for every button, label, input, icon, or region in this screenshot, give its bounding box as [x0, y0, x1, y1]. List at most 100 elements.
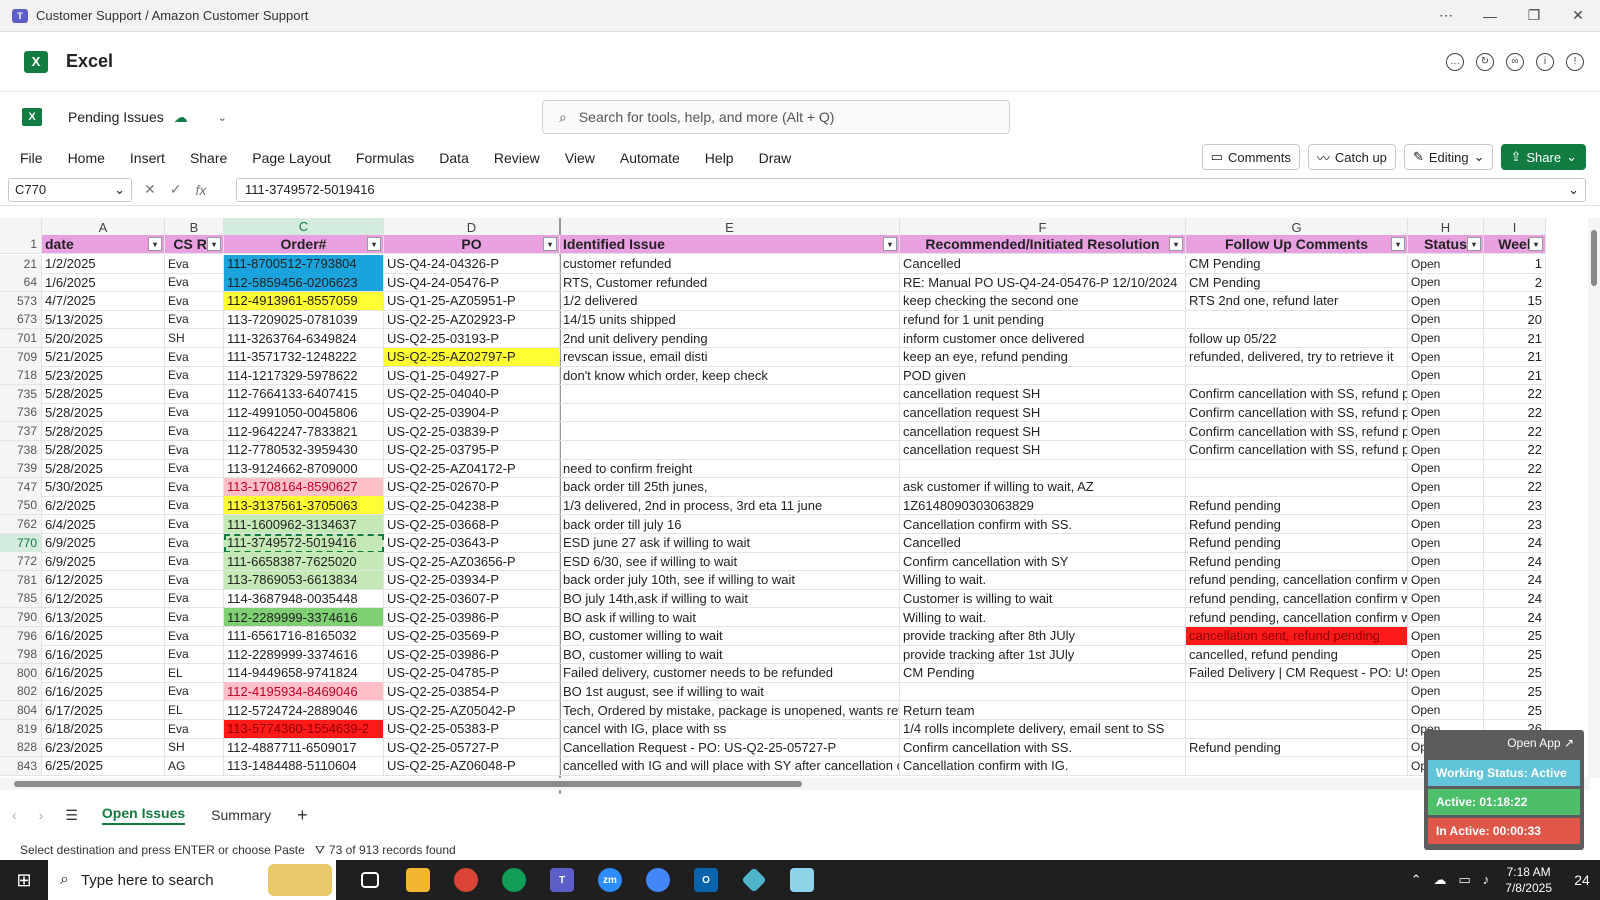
cell-follow[interactable]: Refund pending — [1186, 738, 1408, 758]
filter-dropdown-icon[interactable]: ▾ — [1169, 237, 1183, 251]
cell-follow[interactable]: Confirm cancellation with SS, refund pe — [1186, 403, 1408, 423]
cell-order[interactable]: 112-9642247-7833821 — [224, 422, 384, 441]
cell-issue[interactable]: RTS, Customer refunded — [560, 273, 900, 293]
cell-cs[interactable]: Eva — [165, 254, 224, 274]
cell-date[interactable]: 5/28/2025 — [42, 384, 165, 404]
row-number[interactable]: 828 — [0, 738, 42, 758]
cell-cs[interactable]: SH — [165, 329, 224, 348]
table-header-cell[interactable]: CS Re ▾ — [165, 235, 224, 254]
table-header-cell[interactable]: Status ▾ — [1408, 235, 1484, 254]
tab-formulas[interactable]: Formulas — [356, 150, 414, 166]
cell-status[interactable]: Open — [1408, 570, 1484, 590]
cell-status[interactable]: Open — [1408, 254, 1484, 274]
cell-week[interactable]: 24 — [1484, 552, 1546, 572]
filter-dropdown-icon[interactable]: ▾ — [148, 237, 162, 251]
cell-res[interactable]: refund for 1 unit pending — [900, 310, 1186, 330]
cell-po[interactable]: US-Q2-25-05727-P — [384, 738, 560, 758]
cell-res[interactable]: cancellation request SH — [900, 384, 1186, 404]
vertical-scroll-thumb[interactable] — [1591, 230, 1597, 286]
cell-order[interactable]: 113-3137561-3705063 — [224, 496, 384, 516]
cell-cs[interactable]: Eva — [165, 440, 224, 460]
cell-week[interactable]: 24 — [1484, 589, 1546, 609]
row-number[interactable]: 739 — [0, 459, 42, 479]
cell-order[interactable]: 114-1217329-5978622 — [224, 366, 384, 386]
cell-cs[interactable]: Eva — [165, 515, 224, 534]
filter-dropdown-icon[interactable]: ▾ — [1467, 237, 1481, 251]
cell-status[interactable]: Open — [1408, 384, 1484, 404]
row-number[interactable]: 804 — [0, 701, 42, 720]
row-number[interactable]: 747 — [0, 477, 42, 497]
cell-res[interactable]: inform customer once delivered — [900, 329, 1186, 348]
filter-dropdown-icon[interactable]: ▾ — [1391, 237, 1405, 251]
cell-follow[interactable]: Failed Delivery | CM Request - PO: US- — [1186, 663, 1408, 683]
cell-po[interactable]: US-Q2-25-AZ05042-P — [384, 701, 560, 720]
cell-issue[interactable]: BO, customer willing to wait — [560, 645, 900, 665]
cell-order[interactable]: 112-4913961-8557059 — [224, 291, 384, 311]
cell-cs[interactable]: Eva — [165, 347, 224, 367]
cell-res[interactable]: Cancellation confirm with SS. — [900, 515, 1186, 534]
cell-po[interactable]: US-Q2-25-04238-P — [384, 496, 560, 516]
cell-status[interactable]: Open — [1408, 645, 1484, 665]
tab-draw[interactable]: Draw — [759, 150, 792, 166]
cell-follow[interactable]: Confirm cancellation with SS, refund pe — [1186, 440, 1408, 460]
cell-po[interactable]: US-Q2-25-03986-P — [384, 645, 560, 665]
cell-week[interactable]: 1 — [1484, 254, 1546, 274]
add-sheet-icon[interactable]: + — [297, 805, 308, 826]
cell-order[interactable]: 113-1484488-5110604 — [224, 756, 384, 776]
cell-po[interactable]: US-Q2-25-AZ03656-P — [384, 552, 560, 572]
cell-date[interactable]: 6/17/2025 — [42, 701, 165, 720]
volume-icon[interactable]: ♪ — [1483, 872, 1490, 888]
cell-week[interactable]: 20 — [1484, 310, 1546, 330]
cell-follow[interactable] — [1186, 459, 1408, 479]
cell-res[interactable]: Cancellation confirm with IG. — [900, 756, 1186, 776]
chat-icon[interactable]: … — [1446, 52, 1464, 71]
cell-order[interactable]: 111-3263764-6349824 — [224, 329, 384, 348]
cell-follow[interactable]: follow up 05/22 — [1186, 329, 1408, 348]
cell-order[interactable]: 112-4887711-6509017 — [224, 738, 384, 758]
cell-status[interactable]: Open — [1408, 515, 1484, 534]
cell-cs[interactable]: SH — [165, 738, 224, 758]
cell-order[interactable]: 113-5774360-1554639-2 — [224, 719, 384, 739]
editing-button[interactable]: ✎ Editing ⌄ — [1403, 144, 1494, 170]
open-app-link[interactable]: Open App ↗ — [1424, 730, 1584, 760]
row-number[interactable]: 843 — [0, 756, 42, 776]
cell-issue[interactable]: 14/15 units shipped — [560, 310, 900, 330]
cell-status[interactable]: Open — [1408, 273, 1484, 293]
cell-follow[interactable]: RTS 2nd one, refund later — [1186, 291, 1408, 311]
cell-status[interactable]: Open — [1408, 459, 1484, 479]
cell-issue[interactable]: 1/3 delivered, 2nd in process, 3rd eta 1… — [560, 496, 900, 516]
cell-date[interactable]: 5/28/2025 — [42, 440, 165, 460]
row-number[interactable]: 718 — [0, 366, 42, 386]
catchup-button[interactable]: 〰 Catch up — [1307, 144, 1396, 170]
cell-cs[interactable]: EL — [165, 663, 224, 683]
table-header-cell[interactable]: Identified Issue ▾ — [560, 235, 900, 254]
close-icon[interactable]: ✕ — [1556, 0, 1600, 32]
spreadsheet-grid[interactable]: ABCDEFGHI 1 date ▾ CS Re ▾ Order# ▾ PO ▾ Identifi… — [0, 218, 1600, 794]
cell-follow[interactable]: cancellation sent, refund pending — [1186, 626, 1408, 646]
cell-date[interactable]: 6/23/2025 — [42, 738, 165, 758]
cell-order[interactable]: 112-2289999-3374616 — [224, 645, 384, 665]
restore-icon[interactable]: ❐ — [1512, 0, 1556, 32]
cell-week[interactable]: 24 — [1484, 533, 1546, 553]
file-explorer-icon[interactable] — [394, 860, 442, 900]
cell-issue[interactable]: cancelled with IG and will place with SY… — [560, 756, 900, 776]
cell-follow[interactable]: CM Pending — [1186, 254, 1408, 274]
cell-res[interactable]: ask customer if willing to wait, AZ — [900, 477, 1186, 497]
cell-order[interactable]: 113-7869053-6613834 — [224, 570, 384, 590]
windows-start-icon[interactable]: ⊞ — [0, 860, 48, 900]
cell-res[interactable]: 1/4 rolls incomplete delivery, email sen… — [900, 719, 1186, 739]
cell-date[interactable]: 5/28/2025 — [42, 459, 165, 479]
cell-po[interactable]: US-Q4-24-04326-P — [384, 254, 560, 274]
cell-cs[interactable]: Eva — [165, 552, 224, 572]
cell-cs[interactable]: Eva — [165, 626, 224, 646]
cell-week[interactable]: 22 — [1484, 459, 1546, 479]
cell-week[interactable]: 25 — [1484, 701, 1546, 720]
cell-status[interactable]: Open — [1408, 347, 1484, 367]
cell-follow[interactable] — [1186, 756, 1408, 776]
cell-order[interactable]: 113-7209025-0781039 — [224, 310, 384, 330]
cell-order[interactable]: 113-9124662-8709000 — [224, 459, 384, 479]
cell-issue[interactable] — [560, 384, 900, 404]
cell-res[interactable]: cancellation request SH — [900, 422, 1186, 441]
cell-week[interactable]: 22 — [1484, 440, 1546, 460]
cell-issue[interactable]: BO 1st august, see if willing to wait — [560, 682, 900, 702]
